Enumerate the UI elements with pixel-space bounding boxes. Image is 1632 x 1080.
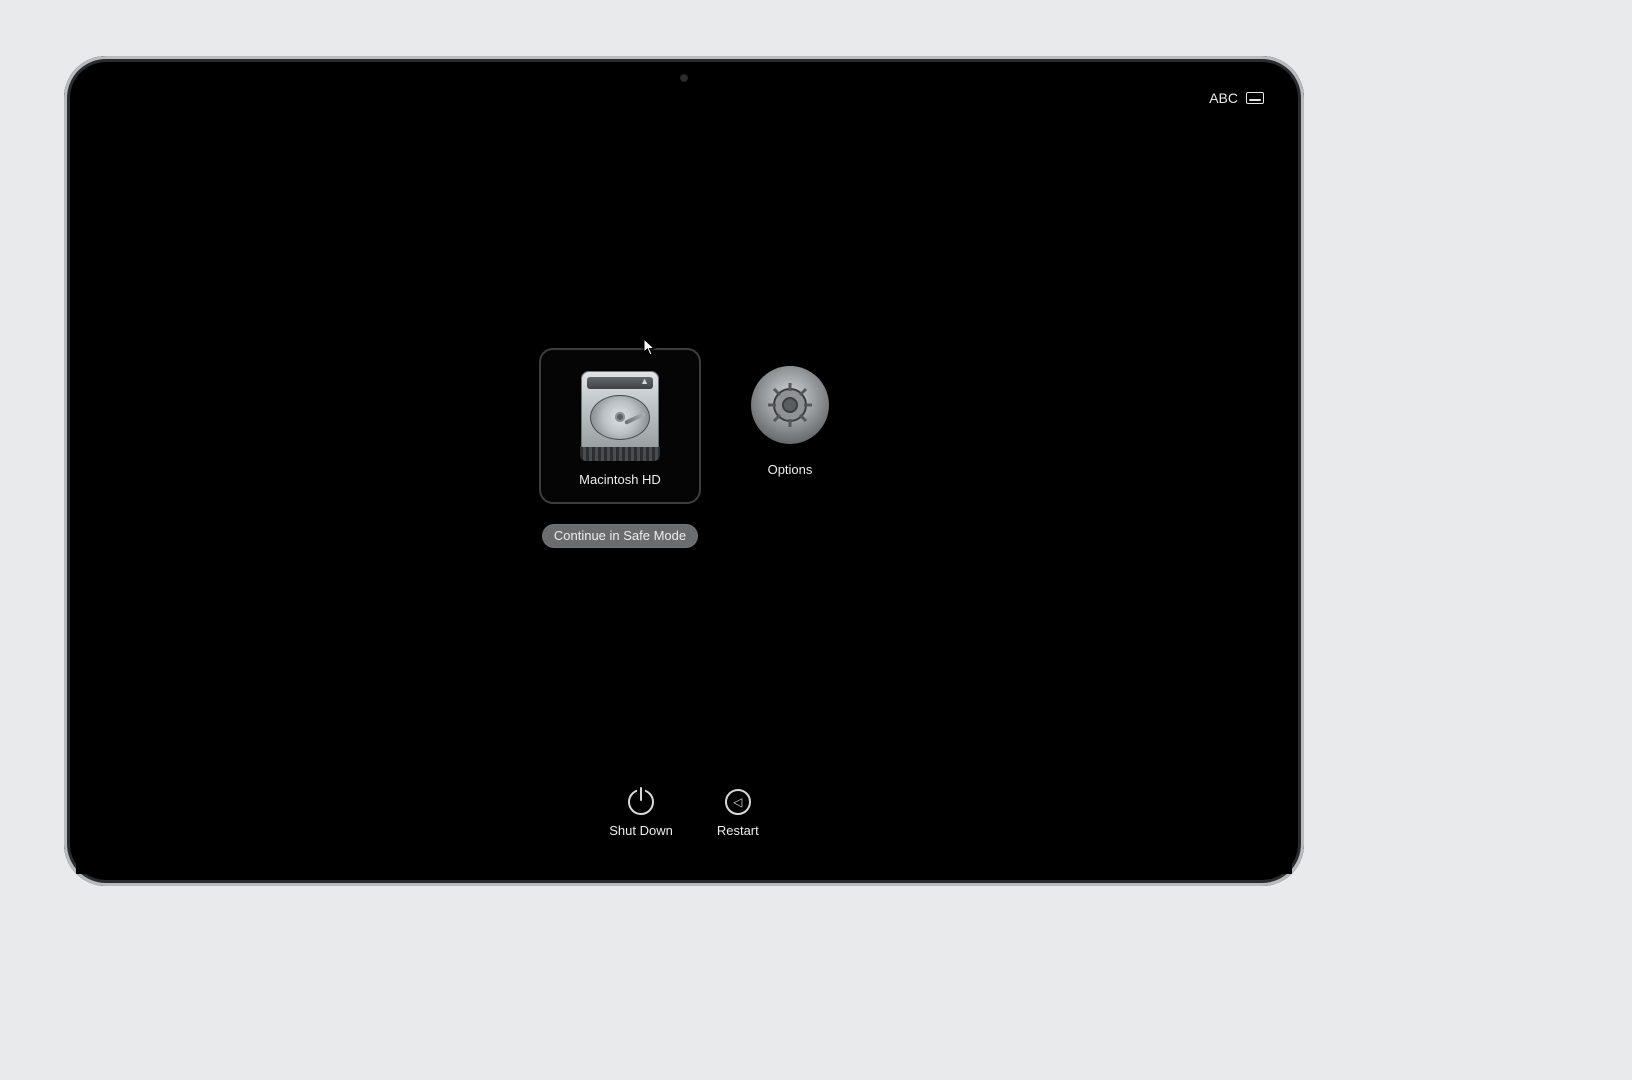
cursor-icon [643,338,657,361]
startup-disk-tile[interactable]: Macintosh HD [539,348,701,504]
startup-chooser: Macintosh HD Continue in Safe Mode [539,348,829,548]
options-label: Options [768,462,813,477]
boot-screen: ABC [76,82,1292,874]
camera-dot [680,74,688,82]
bottom-actions: Shut Down ◁ Restart [76,789,1292,838]
continue-safe-mode-button[interactable]: Continue in Safe Mode [542,524,698,548]
laptop-frame: ABC [64,56,1304,886]
hard-drive-icon [579,366,661,458]
shut-down-button[interactable]: Shut Down [609,789,673,838]
restart-button[interactable]: ◁ Restart [717,789,759,838]
shut-down-label: Shut Down [609,823,673,838]
startup-disk-label: Macintosh HD [579,472,661,487]
options-item[interactable]: Options [751,348,829,477]
startup-disk-item[interactable]: Macintosh HD Continue in Safe Mode [539,348,701,548]
power-icon [628,789,654,815]
restart-label: Restart [717,823,759,838]
gear-icon [751,366,829,444]
restart-icon: ◁ [725,789,751,815]
